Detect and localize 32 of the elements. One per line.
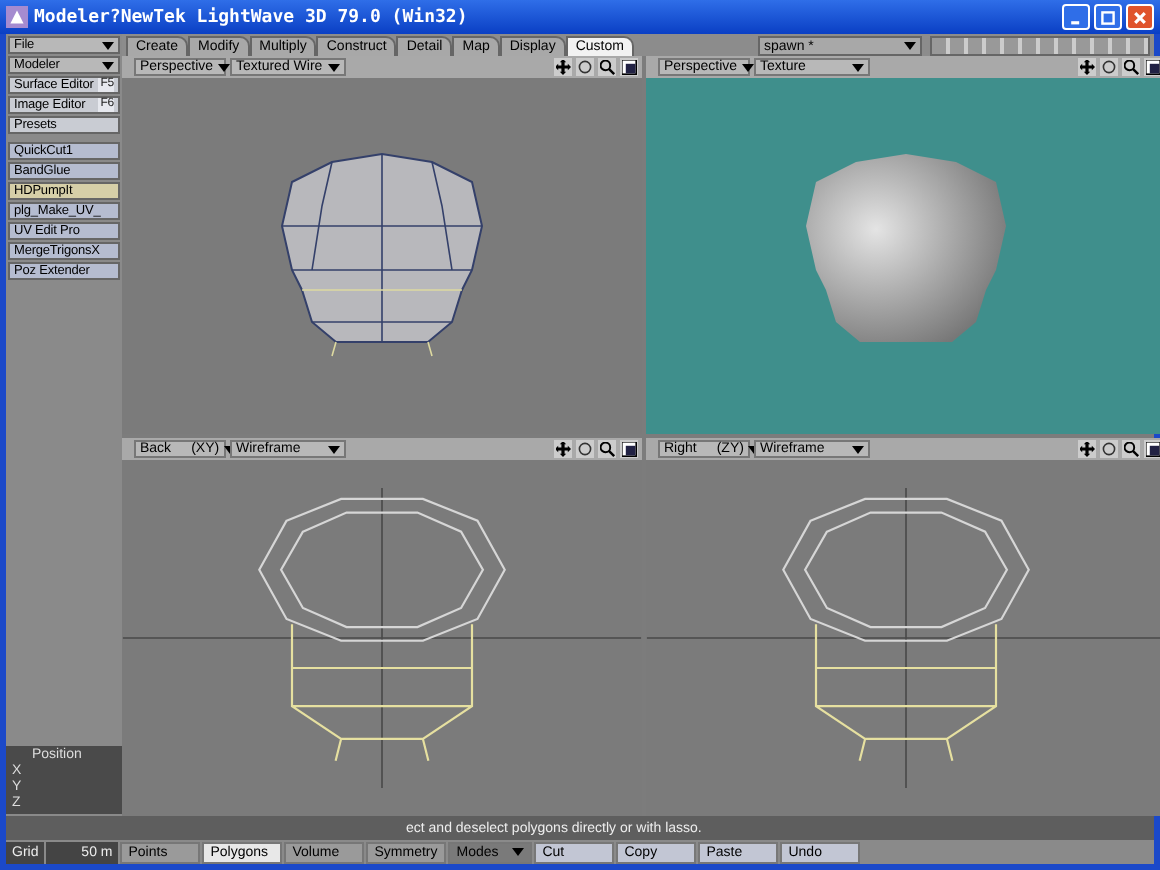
zoom-icon[interactable] bbox=[598, 440, 616, 458]
maximize-view-icon[interactable] bbox=[620, 58, 638, 76]
caret-icon bbox=[852, 445, 864, 453]
move-icon[interactable] bbox=[1078, 440, 1096, 458]
zoom-icon[interactable] bbox=[1122, 440, 1140, 458]
caret-icon bbox=[741, 63, 754, 71]
zoom-icon[interactable] bbox=[1122, 58, 1140, 76]
rotate-icon[interactable] bbox=[1100, 440, 1118, 458]
window-title: Modeler?NewTek LightWave 3D 79.0 (Win32) bbox=[34, 7, 468, 27]
minimize-button[interactable] bbox=[1062, 4, 1090, 30]
caret-icon bbox=[852, 63, 864, 71]
rotate-icon[interactable] bbox=[576, 58, 594, 76]
maximize-view-icon[interactable] bbox=[620, 440, 638, 458]
maximize-view-icon[interactable] bbox=[1144, 58, 1160, 76]
maximize-icon bbox=[1100, 9, 1116, 25]
caret-icon bbox=[217, 63, 230, 71]
rotate-icon[interactable] bbox=[576, 440, 594, 458]
move-icon[interactable] bbox=[554, 58, 572, 76]
caret-icon bbox=[328, 445, 340, 453]
layer-buttons[interactable] bbox=[930, 36, 1150, 56]
zoom-icon[interactable] bbox=[598, 58, 616, 76]
move-icon[interactable] bbox=[554, 440, 572, 458]
app-icon bbox=[6, 6, 28, 28]
caret-icon bbox=[328, 63, 340, 71]
caret-icon bbox=[904, 42, 916, 50]
close-icon bbox=[1132, 9, 1148, 25]
move-icon[interactable] bbox=[1078, 58, 1096, 76]
maximize-view-icon[interactable] bbox=[1144, 440, 1160, 458]
rotate-icon[interactable] bbox=[1100, 58, 1118, 76]
maximize-button[interactable] bbox=[1094, 4, 1122, 30]
caret-icon bbox=[512, 848, 525, 856]
close-button[interactable] bbox=[1126, 4, 1154, 30]
